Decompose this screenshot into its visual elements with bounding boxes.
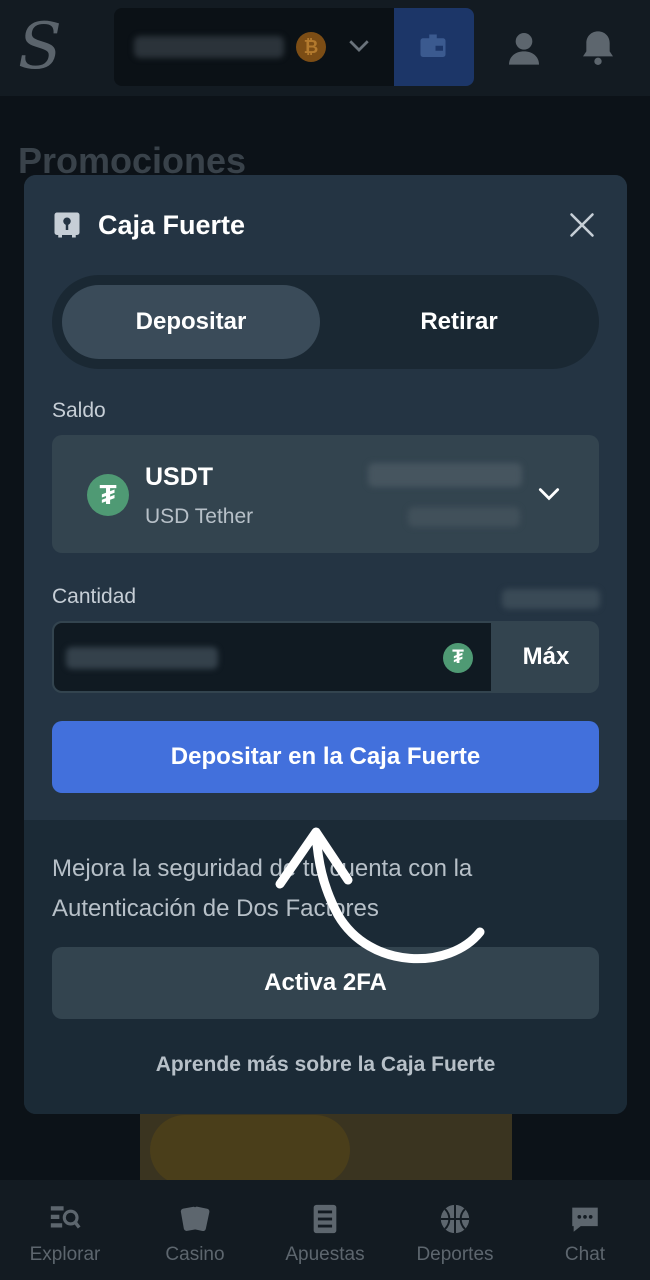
currency-selector[interactable]: ₮ USDT USD Tether: [52, 435, 599, 553]
tether-icon: ₮: [87, 474, 129, 516]
currency-name: USD Tether: [145, 505, 254, 528]
modal-title: Caja Fuerte: [98, 209, 246, 240]
activate-2fa-button[interactable]: Activa 2FA: [52, 947, 599, 1019]
close-icon[interactable]: [568, 211, 596, 239]
basketball-icon: [440, 1204, 470, 1234]
amount-fiat-blurred: [502, 589, 600, 609]
deposit-withdraw-tabs: Depositar Retirar: [52, 275, 599, 369]
balance-crypto-blurred: [368, 463, 522, 487]
tab-depositar[interactable]: Depositar: [62, 285, 320, 359]
modal-header: Caja Fuerte: [52, 207, 245, 243]
chevron-down-icon[interactable]: [344, 30, 374, 60]
nav-item-apuestas[interactable]: Apuestas: [260, 1180, 390, 1280]
bitcoin-icon: ₿: [296, 32, 326, 62]
balance-label: Saldo: [52, 399, 106, 422]
tab-retirar[interactable]: Retirar: [330, 285, 588, 359]
nav-label-explorar: Explorar: [29, 1244, 101, 1265]
bottom-nav: Explorar Casino Apuestas Deportes Chat: [0, 1180, 650, 1280]
deposit-to-vault-button[interactable]: Depositar en la Caja Fuerte: [52, 721, 599, 793]
nav-label-deportes: Deportes: [416, 1244, 494, 1265]
currency-code: USDT: [145, 463, 214, 491]
wallet-button[interactable]: [394, 8, 474, 86]
nav-item-casino[interactable]: Casino: [130, 1180, 260, 1280]
wallet-icon: [420, 34, 446, 57]
nav-item-chat[interactable]: Chat: [520, 1180, 650, 1280]
tether-icon: ₮: [443, 643, 473, 673]
amount-row: ₮ Máx: [52, 621, 599, 693]
nav-label-chat: Chat: [564, 1244, 606, 1265]
chevron-down-icon: [538, 488, 560, 501]
top-header: S ₿: [0, 0, 650, 96]
nav-item-explorar[interactable]: Explorar: [0, 1180, 130, 1280]
nav-item-deportes[interactable]: Deportes: [390, 1180, 520, 1280]
bell-icon[interactable]: [578, 28, 618, 68]
vault-icon: [54, 212, 80, 238]
explore-icon: [50, 1206, 81, 1229]
cards-icon: [180, 1206, 210, 1232]
promo-card-art: [150, 1115, 350, 1185]
amount-value-blurred: [66, 647, 218, 669]
bets-icon: [313, 1204, 337, 1234]
nav-label-casino: Casino: [165, 1244, 225, 1265]
learn-more-link[interactable]: Aprende más sobre la Caja Fuerte: [24, 1053, 627, 1077]
balance-fiat-blurred: [408, 507, 520, 527]
nav-label-apuestas: Apuestas: [285, 1244, 365, 1265]
twofa-description: Mejora la seguridad de tu cuenta con la …: [52, 855, 473, 922]
amount-label: Cantidad: [52, 585, 137, 608]
max-button[interactable]: Máx: [493, 621, 599, 693]
site-logo[interactable]: S: [18, 12, 64, 82]
vault-modal: Caja Fuerte Depositar Retirar Saldo ₮ US…: [24, 175, 627, 1114]
chat-icon: [572, 1207, 598, 1232]
user-icon[interactable]: [504, 28, 544, 68]
balance-amount-blurred: [134, 36, 284, 58]
amount-input[interactable]: ₮: [52, 621, 493, 693]
